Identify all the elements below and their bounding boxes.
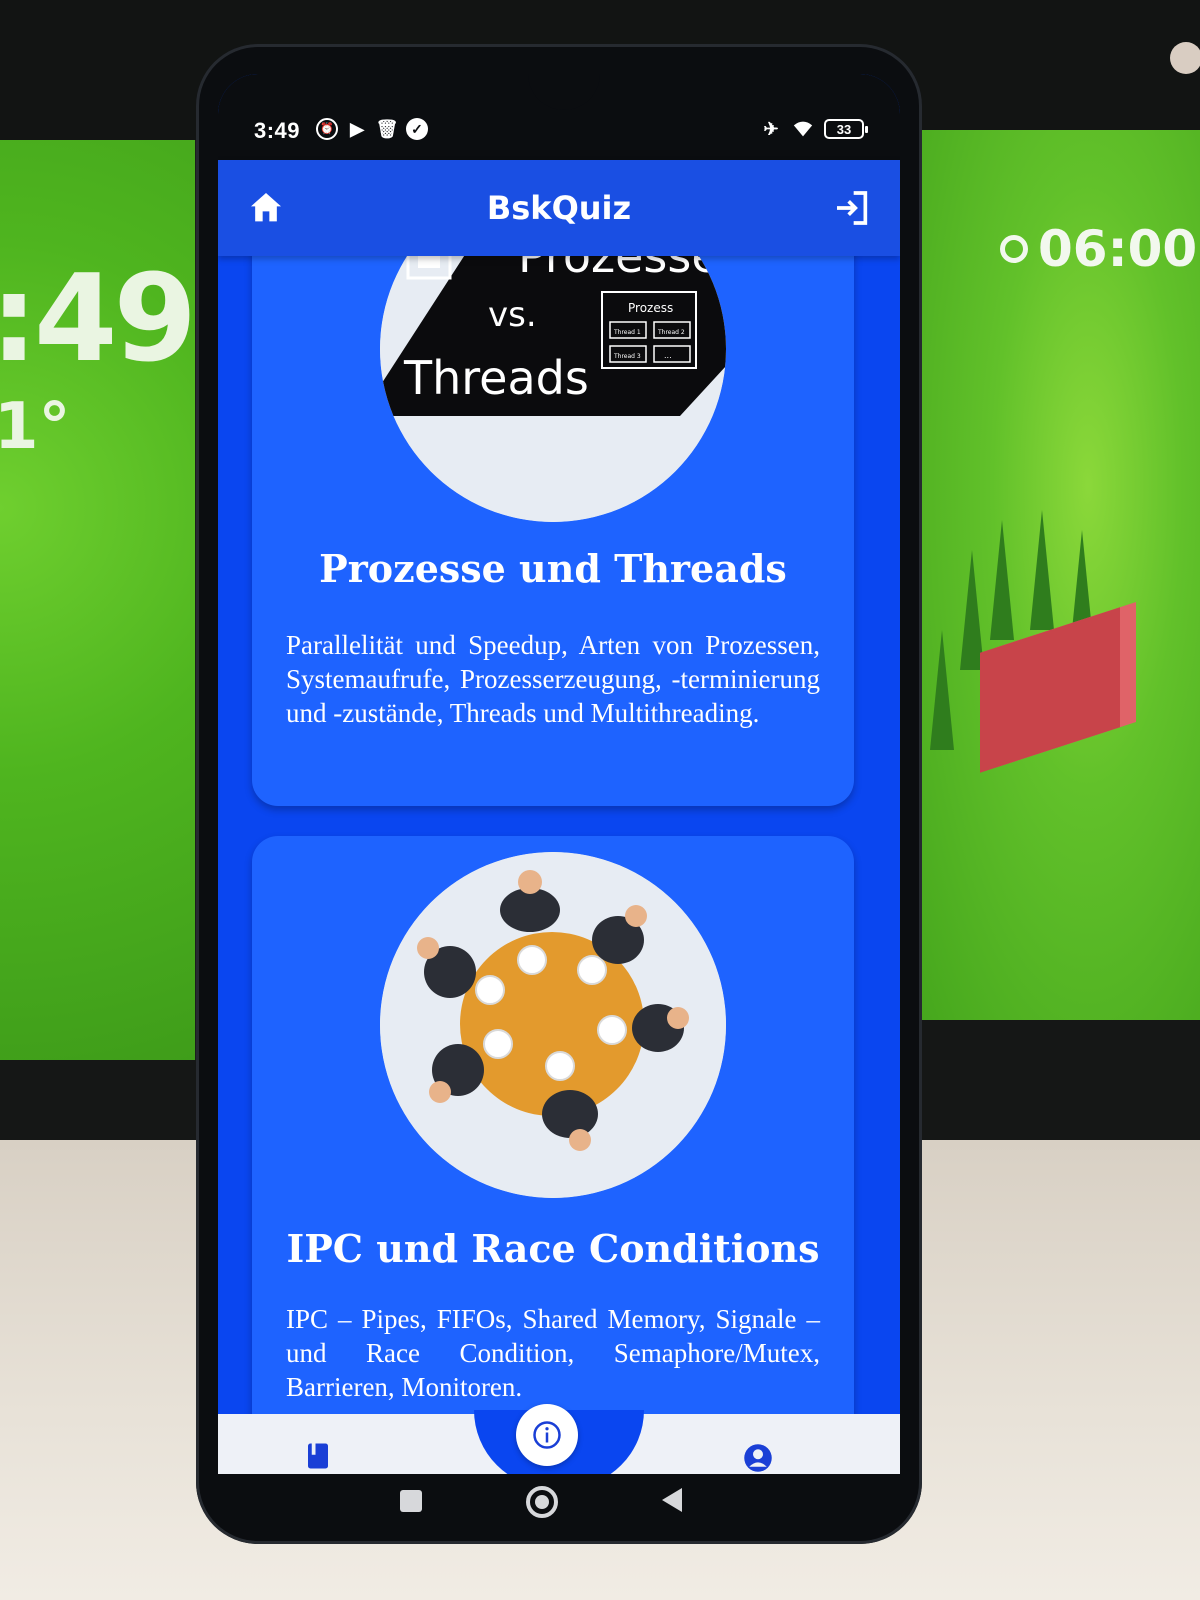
topic-description: Parallelität und Speedup, Arten von Proz…	[286, 630, 820, 728]
topic-card-ipc-race-conditions[interactable]: IPC und Race Conditions IPC – Pipes, FIF…	[252, 836, 854, 1414]
check-circle-icon: ✓	[406, 118, 428, 140]
tree-illustration	[1030, 510, 1054, 630]
dining-philosophers-illustration	[380, 852, 726, 1198]
image-box-cell: Thread 1	[613, 329, 641, 336]
home-icon	[251, 193, 281, 222]
topic-description: IPC – Pipes, FIFOs, Shared Memory, Signa…	[286, 1304, 820, 1402]
status-bar: 3:49 ⏰ ▶ 🗑 ✓ ✈ 33	[218, 74, 900, 160]
left-display-clock: :49	[0, 250, 195, 389]
logout-icon	[837, 191, 868, 225]
topic-image-prozesse-threads: Prozesse vs. Threads Prozess Thread 1 Th…	[380, 256, 726, 522]
image-vs: vs.	[488, 295, 537, 335]
quiz-topic-list[interactable]: Prozesse vs. Threads Prozess Thread 1 Th…	[218, 256, 900, 1414]
image-box-title: Prozess	[628, 301, 673, 315]
right-display-alarm: 06:00	[1000, 220, 1197, 278]
phone-screen: 3:49 ⏰ ▶ 🗑 ✓ ✈ 33 BskQuiz Prozesse vs. T…	[218, 74, 900, 1474]
image-subheading: Threads	[403, 351, 589, 405]
system-navigation-bar	[218, 1474, 900, 1534]
person-icon	[744, 1444, 772, 1472]
topic-title: IPC und Race Conditions	[286, 1226, 820, 1271]
alarm-icon: ⏰	[316, 118, 338, 140]
background-dot	[1170, 42, 1200, 74]
play-store-icon: ▶	[350, 119, 364, 139]
logout-button[interactable]	[832, 188, 872, 228]
right-display-alarm-time: 06:00	[1038, 220, 1198, 278]
left-smart-display: :49 1°	[0, 140, 195, 1060]
airplane-mode-icon: ✈	[763, 119, 779, 139]
right-smart-display: 06:00	[920, 130, 1200, 1020]
battery-level: 33	[836, 121, 852, 137]
book-icon	[308, 1443, 328, 1469]
topic-image-ipc-race-conditions	[380, 852, 726, 1198]
image-box-cell: Thread 2	[657, 329, 685, 336]
app-title: BskQuiz	[486, 189, 632, 227]
alarm-clock-icon	[1000, 235, 1028, 263]
phone-device: 3:49 ⏰ ▶ 🗑 ✓ ✈ 33 BskQuiz Prozesse vs. T…	[196, 44, 922, 1544]
status-icons-right: ✈ 33	[760, 118, 868, 140]
recents-square-icon[interactable]	[400, 1490, 422, 1512]
nav-quizzes-button[interactable]	[298, 1436, 338, 1474]
topic-card-prozesse-threads[interactable]: Prozesse vs. Threads Prozess Thread 1 Th…	[252, 256, 854, 806]
home-circle-icon[interactable]	[526, 1486, 558, 1518]
tree-illustration	[930, 630, 954, 750]
status-time: 3:49	[254, 118, 301, 143]
back-triangle-icon[interactable]	[662, 1488, 682, 1512]
left-display-temperature: 1°	[0, 390, 71, 464]
home-button[interactable]	[246, 188, 286, 228]
app-bar: BskQuiz	[218, 160, 900, 256]
wifi-icon	[792, 118, 814, 140]
topic-title: Prozesse und Threads	[319, 546, 787, 591]
bottom-navigation	[218, 1404, 900, 1474]
nav-profile-button[interactable]	[738, 1438, 778, 1474]
right-display-stand	[900, 1020, 1200, 1140]
camera-notch	[528, 74, 600, 110]
tree-illustration	[990, 520, 1014, 640]
info-icon	[533, 1421, 561, 1449]
image-box-cell: ...	[664, 351, 672, 360]
status-icons-left: ⏰ ▶ 🗑 ✓	[316, 118, 428, 140]
left-display-stand	[0, 1060, 210, 1150]
prozesse-vs-threads-graphic: Prozesse vs. Threads Prozess Thread 1 Th…	[380, 256, 726, 522]
battery-icon: 33	[824, 119, 868, 139]
trash-icon: 🗑	[375, 119, 399, 139]
image-box-cell: Thread 3	[613, 353, 641, 360]
image-heading: Prozesse	[518, 256, 720, 283]
nav-info-button[interactable]	[516, 1404, 578, 1466]
